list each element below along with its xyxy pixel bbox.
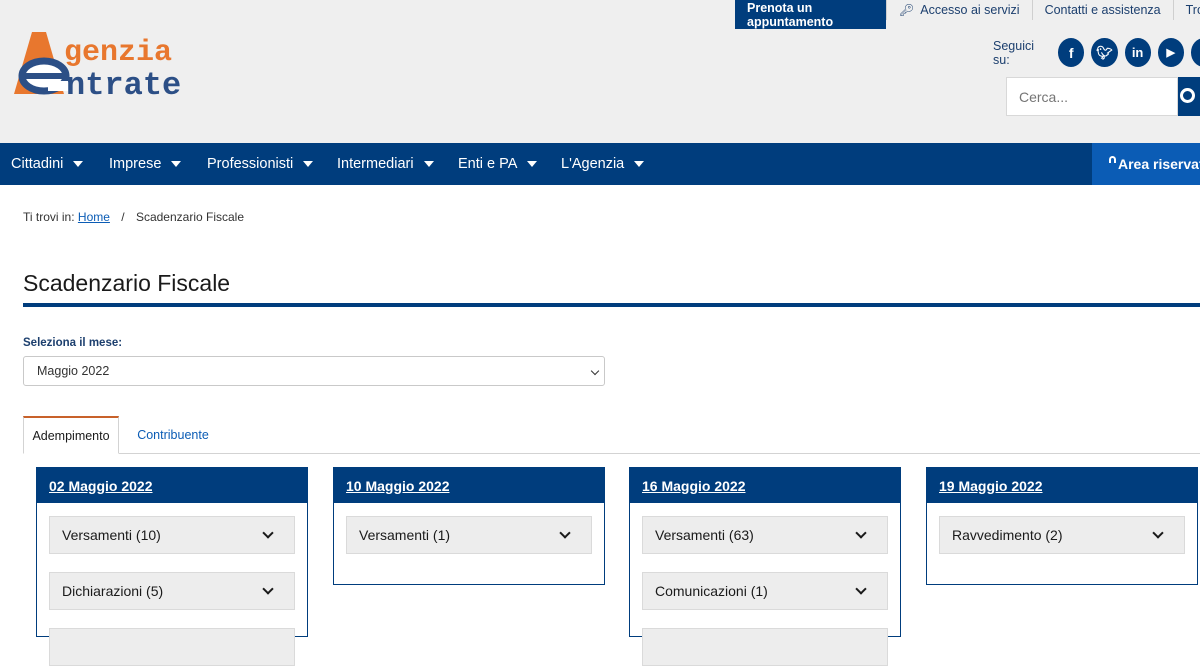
chevron-down-icon — [855, 527, 867, 539]
accesso-servizi-link[interactable]: 🔑︎ Accesso ai servizi — [886, 0, 1032, 20]
month-select[interactable]: Maggio 2022 — [23, 356, 605, 386]
prenota-appuntamento-link[interactable]: Prenota un appuntamento — [735, 0, 886, 29]
caret-down-icon — [303, 161, 314, 167]
social-links: Seguici su: f 🐦︎ in ▶ — [993, 38, 1200, 67]
chevron-down-icon — [262, 583, 274, 595]
accordion-label: Dichiarazioni (5) — [62, 583, 164, 599]
chevron-down-icon — [559, 527, 571, 539]
accordion-label: Versamenti (1) — [359, 527, 451, 543]
breadcrumb-current: Scadenzario Fiscale — [135, 210, 245, 224]
accordion-item[interactable]: Versamenti (63) — [642, 516, 888, 554]
facebook-icon[interactable]: f — [1058, 38, 1085, 67]
caret-down-icon — [423, 161, 434, 167]
month-select-value: Maggio 2022 — [37, 364, 110, 378]
accordion-label: Versamenti (10) — [62, 527, 161, 543]
nav-label: L'Agenzia — [561, 156, 625, 172]
accordion-item[interactable]: Versamenti (10) — [49, 516, 295, 554]
title-rule — [23, 303, 1200, 307]
tab-contribuente[interactable]: Contribuente — [133, 416, 213, 454]
chevron-down-icon — [590, 366, 600, 376]
view-tabs: Adempimento Contribuente — [23, 416, 1200, 454]
twitter-icon[interactable]: 🐦︎ — [1091, 38, 1118, 67]
breadcrumb: Ti trovi in: Home / Scadenzario Fiscale — [23, 210, 244, 224]
deadline-card: 19 Maggio 2022 Ravvedimento (2) — [926, 467, 1198, 585]
month-select-label: Seleziona il mese: — [23, 337, 123, 349]
main-nav: Cittadini Imprese Professionisti Interme… — [0, 143, 1200, 185]
instagram-icon[interactable] — [1190, 38, 1200, 67]
breadcrumb-home-link[interactable]: Home — [78, 210, 110, 224]
nav-item-professionisti[interactable]: Professionisti — [207, 143, 314, 185]
tab-adempimento[interactable]: Adempimento — [23, 416, 119, 454]
deadline-card: 10 Maggio 2022 Versamenti (1) — [333, 467, 605, 585]
accordion-item[interactable]: Versamenti (1) — [346, 516, 592, 554]
youtube-icon[interactable]: ▶ — [1157, 38, 1184, 67]
nav-label: Imprese — [109, 156, 162, 172]
site-header: genzia ntrate Prenota un appuntamento 🔑︎… — [0, 0, 1200, 143]
search-icon — [1180, 88, 1195, 103]
page-title: Scadenzario Fiscale — [23, 270, 231, 296]
logo-line1: genzia — [64, 36, 172, 70]
trova-ufficio-link[interactable]: Trova l'uffi — [1172, 0, 1200, 20]
contatti-assistenza-link[interactable]: Contatti e assistenza — [1031, 0, 1173, 20]
caret-down-icon — [171, 161, 182, 167]
breadcrumb-prefix: Ti trovi in: — [23, 210, 75, 224]
deadline-card: 16 Maggio 2022 Versamenti (63) Comunicaz… — [629, 467, 901, 666]
nav-item-imprese[interactable]: Imprese — [109, 143, 182, 185]
nav-item-enti-pa[interactable]: Enti e PA — [458, 143, 538, 185]
logo-line2: ntrate — [66, 67, 181, 100]
accordion-item[interactable]: Ravvedimento (2) — [939, 516, 1185, 554]
deadline-date-link[interactable]: 10 Maggio 2022 — [334, 468, 604, 503]
caret-down-icon — [634, 161, 645, 167]
top-utility-bar: Prenota un appuntamento 🔑︎ Accesso ai ser… — [735, 0, 1200, 29]
chevron-down-icon — [1152, 527, 1164, 539]
linkedin-icon[interactable]: in — [1124, 38, 1151, 67]
accordion-label: Versamenti (63) — [655, 527, 754, 543]
breadcrumb-separator: / — [121, 210, 125, 224]
search-input[interactable] — [1006, 77, 1178, 116]
nav-label: Intermediari — [337, 156, 414, 172]
deadline-card: 02 Maggio 2022 Versamenti (10) Dichiaraz… — [36, 467, 308, 666]
deadline-date-link[interactable]: 16 Maggio 2022 — [630, 468, 900, 503]
social-label: Seguici su: — [993, 38, 1034, 67]
caret-down-icon — [73, 161, 84, 167]
deadline-date-link[interactable]: 02 Maggio 2022 — [37, 468, 307, 503]
chevron-down-icon — [262, 527, 274, 539]
accordion-label: Ravvedimento (2) — [952, 527, 1063, 543]
nav-item-intermediari[interactable]: Intermediari — [337, 143, 434, 185]
agenzia-entrate-logo[interactable]: genzia ntrate — [10, 26, 220, 100]
area-riservata-button[interactable]: Area riservat — [1092, 143, 1200, 185]
accesso-servizi-label: Accesso ai servizi — [920, 3, 1020, 17]
key-icon: 🔑︎ — [899, 3, 915, 17]
accordion-item[interactable]: Dichiarazioni (5) — [49, 572, 295, 610]
nav-label: Enti e PA — [458, 156, 518, 172]
caret-down-icon — [527, 161, 538, 167]
site-search — [1006, 77, 1200, 116]
chevron-down-icon — [855, 583, 867, 595]
nav-label: Cittadini — [11, 156, 64, 172]
nav-item-agenzia[interactable]: L'Agenzia — [561, 143, 645, 185]
area-riservata-label: Area riservat — [1118, 156, 1200, 172]
nav-label: Professionisti — [207, 156, 294, 172]
search-button[interactable] — [1178, 77, 1200, 116]
accordion-item[interactable]: Comunicazioni (1) — [642, 572, 888, 610]
deadline-date-link[interactable]: 19 Maggio 2022 — [927, 468, 1197, 503]
accordion-label: Comunicazioni (1) — [655, 583, 768, 599]
nav-item-cittadini[interactable]: Cittadini — [11, 143, 84, 185]
